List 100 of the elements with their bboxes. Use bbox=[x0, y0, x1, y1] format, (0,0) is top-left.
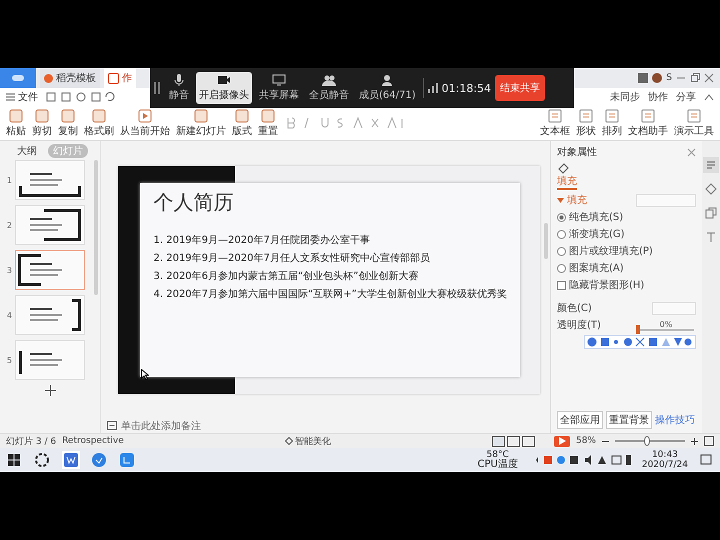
toolbar-link[interactable]: 未同步 bbox=[610, 90, 640, 104]
notes-placeholder[interactable]: 单击此处添加备注 bbox=[121, 418, 201, 432]
panel-button[interactable]: 重置背景 bbox=[606, 411, 652, 429]
slide-bullet-text: 3. 2020年6月参加内蒙古第五届“创业包头杯”创业创新大赛 bbox=[154, 270, 420, 284]
fit-icon[interactable] bbox=[704, 436, 714, 446]
camera-icon bbox=[217, 74, 231, 86]
avatar-icon[interactable] bbox=[652, 73, 662, 83]
ribbon-button[interactable]: 版式 bbox=[232, 108, 252, 138]
window-icon[interactable] bbox=[638, 73, 648, 83]
person-icon bbox=[380, 74, 394, 86]
checkbox[interactable]: 隐藏背景图形(H) bbox=[557, 278, 696, 292]
pause-icon[interactable] bbox=[154, 82, 160, 94]
ribbon-button[interactable]: 粘贴 bbox=[6, 108, 26, 138]
ribbon-button[interactable]: 文本框 bbox=[540, 108, 570, 138]
start-icon[interactable] bbox=[6, 452, 22, 468]
section-heading[interactable]: 填充 bbox=[557, 193, 587, 207]
file-menu[interactable]: 文件 bbox=[6, 90, 38, 104]
quick-access-icons[interactable] bbox=[46, 91, 116, 103]
add-slide-icon[interactable] bbox=[44, 385, 56, 396]
slider-thumb[interactable] bbox=[636, 324, 640, 334]
slide-thumbnail[interactable] bbox=[15, 160, 85, 200]
meeting-button[interactable]: 共享屏幕 bbox=[256, 72, 302, 104]
toolbar-icon bbox=[193, 108, 209, 122]
close-icon[interactable] bbox=[704, 73, 714, 83]
properties-icon[interactable] bbox=[703, 157, 719, 173]
beautify-button[interactable]: 智能美化 bbox=[284, 434, 331, 448]
transparency-value: 0% bbox=[660, 320, 672, 328]
notes-icon bbox=[107, 421, 117, 430]
tips-link[interactable]: 操作技巧 bbox=[655, 413, 695, 427]
toolbar-icon bbox=[686, 108, 702, 122]
toolbar-icon bbox=[91, 108, 107, 122]
slide-bullet-text: 4. 2020年7月参加第六届中国国际“互联网+”大学生创新创业大赛校级获优秀奖 bbox=[154, 288, 506, 302]
toolbar-link[interactable]: 协作 bbox=[648, 90, 668, 104]
copy-icon[interactable] bbox=[703, 205, 719, 221]
slide-number: 1 bbox=[6, 176, 12, 184]
toolbar-icon bbox=[234, 108, 250, 122]
people-icon bbox=[322, 74, 336, 86]
meeting-button[interactable]: 成员(64/71) bbox=[356, 72, 419, 104]
home-tab[interactable] bbox=[0, 68, 36, 88]
ribbon-button[interactable]: 文档助手 bbox=[628, 108, 668, 138]
slide-number: 4 bbox=[6, 310, 12, 320]
toolbar-icon bbox=[547, 108, 563, 122]
panel-tab[interactable]: 大纲 bbox=[12, 144, 42, 158]
slider-thumb[interactable] bbox=[644, 436, 650, 446]
meeting-button[interactable]: 开启摄像头 bbox=[196, 72, 252, 104]
zoom-in-icon[interactable] bbox=[691, 438, 698, 444]
toolbar-link[interactable]: 分享 bbox=[676, 90, 696, 104]
close-icon[interactable] bbox=[687, 148, 696, 156]
collapse-icon[interactable] bbox=[704, 93, 714, 101]
meeting-button[interactable]: 静音 bbox=[166, 72, 192, 104]
ribbon-button[interactable]: 剪切 bbox=[32, 108, 52, 138]
ribbon-button[interactable]: 重置 bbox=[258, 108, 278, 138]
radio-button[interactable]: 图片或纹理填充(P) bbox=[557, 244, 696, 258]
caret-icon bbox=[557, 198, 564, 202]
play-icon bbox=[137, 108, 153, 122]
monitor-icon bbox=[272, 74, 286, 86]
panel-button[interactable]: 全部应用 bbox=[557, 411, 603, 429]
slide-thumbnail[interactable] bbox=[15, 250, 85, 290]
meeting-timer: 01:18:54 bbox=[442, 82, 492, 94]
ribbon-button[interactable]: 演示工具 bbox=[674, 108, 714, 138]
slide-counter: 幻灯片 3 / 6 bbox=[6, 436, 56, 448]
radio-button[interactable]: 纯色填充(S) bbox=[557, 210, 696, 224]
slide-number: 2 bbox=[6, 220, 12, 230]
end-share-button[interactable]: 结束共享 bbox=[495, 75, 546, 101]
ribbon-button[interactable]: 新建幻灯片 bbox=[176, 108, 226, 138]
toolbar-icon bbox=[260, 108, 276, 122]
theme-name: Retrospective bbox=[62, 436, 124, 446]
color-label: 颜色(C) bbox=[557, 302, 592, 315]
play-button[interactable] bbox=[554, 436, 570, 446]
shape-icon[interactable] bbox=[703, 181, 719, 197]
slide-thumbnail[interactable] bbox=[15, 340, 85, 380]
toolbar-icon bbox=[578, 108, 594, 122]
color-dropdown[interactable] bbox=[652, 302, 696, 314]
toolbar-icon bbox=[60, 108, 76, 122]
ribbon-button[interactable]: 复制 bbox=[58, 108, 78, 138]
radio-button[interactable]: 图案填充(A) bbox=[557, 261, 696, 275]
input-method-toolbar[interactable] bbox=[584, 335, 696, 349]
microphone-icon bbox=[172, 74, 186, 86]
document-tab[interactable]: 稻壳模板 bbox=[40, 68, 100, 88]
app-icon[interactable] bbox=[32, 450, 52, 470]
diamond-icon bbox=[284, 437, 293, 445]
toolbar-icon bbox=[640, 108, 656, 122]
ribbon-button[interactable]: 形状 bbox=[576, 108, 596, 138]
slide-thumbnail[interactable] bbox=[15, 295, 85, 335]
ribbon-button[interactable]: 格式刷 bbox=[84, 108, 114, 138]
zoom-level: 58% bbox=[576, 436, 596, 446]
restore-icon[interactable] bbox=[690, 73, 700, 83]
slide-number: 5 bbox=[6, 356, 12, 364]
signal-icon bbox=[428, 83, 438, 93]
radio-button[interactable]: 渐变填充(G) bbox=[557, 227, 696, 241]
clock-time: 10:43 bbox=[652, 450, 678, 460]
ribbon-button[interactable]: 从当前开始 bbox=[120, 108, 170, 138]
meeting-button[interactable]: 全员静音 bbox=[306, 72, 352, 104]
document-tab[interactable]: 作 bbox=[104, 68, 136, 88]
toolbar-icon bbox=[34, 108, 50, 122]
slide-title: 个人简历 bbox=[154, 188, 234, 216]
slide-thumbnail[interactable] bbox=[15, 205, 85, 245]
transparency-label: 透明度(T) bbox=[557, 318, 601, 332]
ribbon-button[interactable]: 排列 bbox=[602, 108, 622, 138]
fill-tab[interactable]: 填充 bbox=[557, 162, 577, 190]
